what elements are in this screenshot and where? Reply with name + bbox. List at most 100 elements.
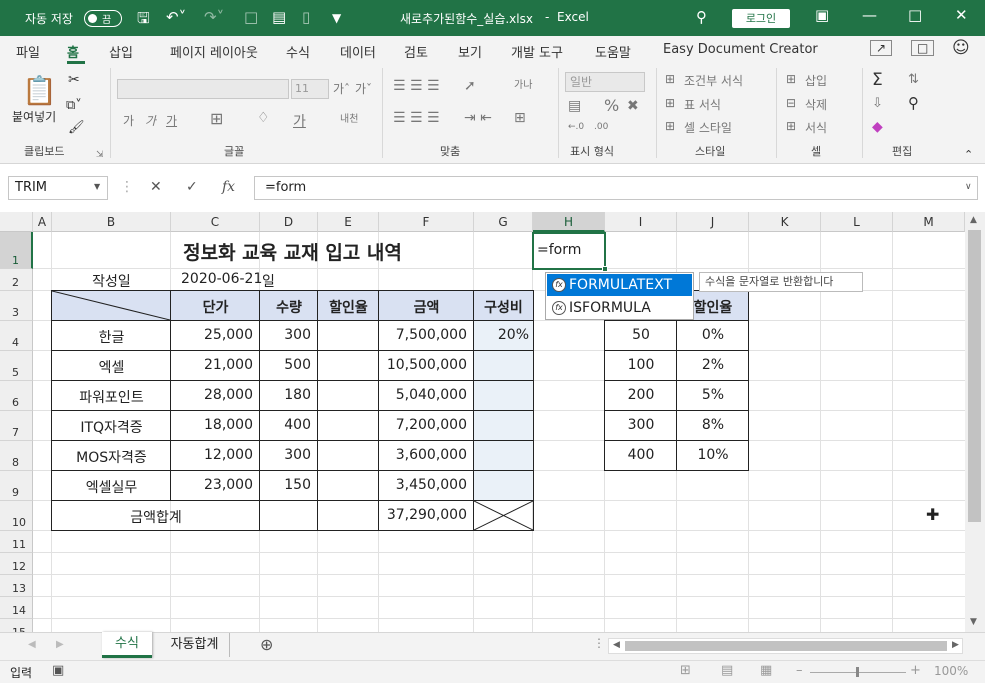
created-date[interactable]: 2020-06-21 [181, 271, 262, 287]
insert-cells-icon[interactable]: ⊞ [786, 72, 796, 86]
zoom-out-icon[interactable]: – [796, 663, 803, 678]
column-header-k[interactable]: K [749, 212, 821, 232]
underline-icon[interactable]: 가 [166, 112, 177, 129]
expand-formula-bar-icon[interactable]: ∨ [965, 182, 972, 192]
next-sheet-icon[interactable]: ▶ [56, 639, 64, 650]
item-amount[interactable]: 3,450,000 [379, 477, 467, 493]
row-header-10[interactable]: 10 [0, 501, 33, 531]
enter-icon[interactable]: ✓ [186, 179, 198, 195]
conditional-format-icon[interactable]: ⊞ [665, 72, 675, 86]
cut-icon[interactable]: ✂ [68, 72, 80, 88]
vertical-scrollbar[interactable]: ▲ ▼ [965, 212, 985, 632]
item-amount[interactable]: 3,600,000 [379, 447, 467, 463]
name-box[interactable]: TRIM [8, 176, 108, 200]
discount-rate[interactable]: 5% [677, 387, 749, 403]
fill-color-icon[interactable]: ♢ [257, 110, 270, 126]
borders-icon[interactable]: ⊞ [210, 109, 223, 128]
tab-help[interactable]: 도움말 [595, 42, 631, 61]
item-name[interactable]: 엑셀 [52, 357, 171, 377]
tab-file[interactable]: 파일 [16, 42, 40, 61]
row-header-13[interactable]: 13 [0, 575, 33, 597]
italic-icon[interactable]: 가 [145, 112, 156, 129]
tab-view[interactable]: 보기 [458, 42, 482, 61]
item-qty[interactable]: 400 [260, 417, 311, 433]
row-header-1[interactable]: 1 [0, 232, 33, 269]
sort-filter-icon[interactable]: ⇅ [908, 72, 919, 87]
created-day[interactable]: 일 [262, 271, 275, 291]
delete-cells-button[interactable]: 삭제 [805, 96, 827, 113]
autosave-toggle[interactable]: 끔 [84, 10, 122, 27]
column-header-b[interactable]: B [52, 212, 171, 232]
maximize-icon[interactable]: □ [908, 6, 922, 24]
total-label[interactable]: 금액합계 [52, 507, 260, 527]
close-icon[interactable]: ✕ [955, 6, 968, 24]
font-grow-icon[interactable]: 가ˆ [333, 80, 350, 97]
feedback-icon[interactable]: ☺ [952, 38, 970, 58]
copy-icon[interactable]: ⧉˅ [66, 98, 82, 113]
search-icon[interactable]: ⚲ [696, 8, 707, 26]
align-left-icon[interactable]: ☰ ☰ ☰ [393, 110, 440, 126]
horizontal-scrollbar[interactable]: ◀ ▶ [608, 638, 963, 654]
column-header-g[interactable]: G [474, 212, 533, 232]
row-header-8[interactable]: 8 [0, 441, 33, 471]
add-sheet-icon[interactable]: ⊕ [260, 635, 273, 654]
indent-icon[interactable]: ⇥ ⇤ [464, 110, 492, 126]
tab-developer[interactable]: 개발 도구 [511, 42, 563, 61]
sheet-tab-formulas[interactable]: 수식 [102, 632, 152, 658]
item-qty[interactable]: 300 [260, 447, 311, 463]
customize-qat-icon[interactable]: ▼ [332, 11, 341, 25]
page-break-view-icon[interactable]: ▦ [760, 663, 772, 678]
item-name[interactable]: 파워포인트 [52, 387, 171, 407]
column-header-d[interactable]: D [260, 212, 318, 232]
discount-rate[interactable]: 8% [677, 417, 749, 433]
discount-rate[interactable]: 0% [677, 327, 749, 343]
column-header-h[interactable]: H [533, 212, 605, 232]
insert-function-icon[interactable]: fx [222, 179, 235, 195]
cancel-icon[interactable]: ✕ [150, 179, 162, 195]
insert-cells-button[interactable]: 삽입 [805, 72, 827, 89]
sheet-title[interactable]: 정보화 교육 교재 입고 내역 [52, 238, 533, 265]
dialog-launcher-icon[interactable]: ⇲ [96, 150, 104, 160]
vertical-scroll-thumb[interactable] [968, 230, 981, 522]
row-header-12[interactable]: 12 [0, 553, 33, 575]
row-header-4[interactable]: 4 [0, 321, 33, 351]
item-price[interactable]: 18,000 [171, 417, 253, 433]
zoom-in-icon[interactable]: + [910, 663, 921, 678]
item-amount[interactable]: 7,500,000 [379, 327, 467, 343]
discount-threshold[interactable]: 400 [605, 447, 677, 463]
wrap-text-icon[interactable]: 가나 [514, 76, 532, 91]
row-header-5[interactable]: 5 [0, 351, 33, 381]
tab-home[interactable]: 홈 [67, 42, 79, 61]
row-header-11[interactable]: 11 [0, 531, 33, 553]
comma-icon[interactable]: ✖ [627, 98, 639, 114]
decrease-decimal-icon[interactable]: .00 [594, 122, 608, 132]
number-format-combo[interactable]: 일반 [565, 72, 645, 92]
ribbon-display-icon[interactable]: ▣ [815, 6, 829, 24]
tab-formulas[interactable]: 수식 [286, 42, 310, 61]
undo-icon[interactable]: ↶˅ [166, 8, 186, 26]
tab-easy-document-creator[interactable]: Easy Document Creator [663, 42, 818, 57]
font-shrink-icon[interactable]: 가ˇ [355, 80, 372, 97]
item-qty[interactable]: 180 [260, 387, 311, 403]
column-header-m[interactable]: M [893, 212, 965, 232]
active-cell-h1[interactable]: =form [532, 232, 606, 270]
page-layout-view-icon[interactable]: ▤ [721, 663, 733, 678]
zoom-slider-thumb[interactable] [856, 667, 859, 677]
item-name[interactable]: 한글 [52, 327, 171, 347]
tab-review[interactable]: 검토 [404, 42, 428, 61]
row-header-3[interactable]: 3 [0, 291, 33, 321]
column-header-c[interactable]: C [171, 212, 260, 232]
paste-icon[interactable]: 📋 [22, 74, 57, 107]
item-price[interactable]: 28,000 [171, 387, 253, 403]
redo-icon[interactable]: ↷˅ [204, 8, 224, 26]
scroll-down-icon[interactable]: ▼ [970, 617, 977, 627]
increase-decimal-icon[interactable]: ←.0 [568, 122, 584, 132]
row-header-14[interactable]: 14 [0, 597, 33, 619]
item-price[interactable]: 23,000 [171, 477, 253, 493]
share-icon[interactable]: ↗ [870, 40, 893, 56]
phonetic-icon[interactable]: 내천 [340, 110, 358, 125]
row-header-2[interactable]: 2 [0, 269, 33, 291]
collapse-ribbon-icon[interactable]: ⌃ [964, 148, 973, 161]
item-amount[interactable]: 7,200,000 [379, 417, 467, 433]
item-qty[interactable]: 300 [260, 327, 311, 343]
